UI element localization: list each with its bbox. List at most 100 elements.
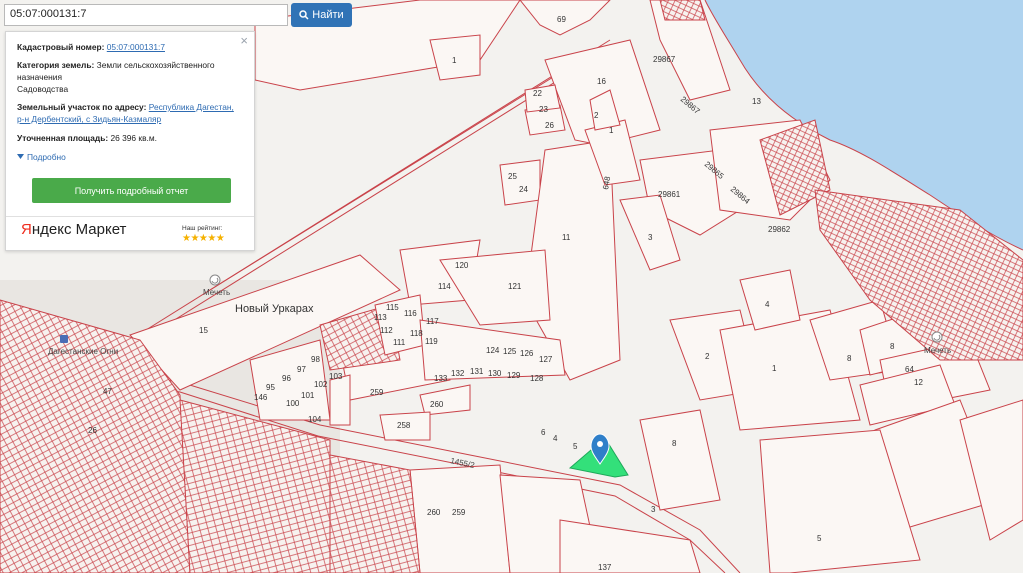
svg-text:131: 131	[470, 367, 484, 376]
station-icon	[60, 335, 68, 343]
get-report-button[interactable]: Получить подробный отчет	[32, 178, 231, 203]
svg-text:98: 98	[311, 355, 320, 364]
svg-text:4: 4	[765, 300, 770, 309]
svg-text:258: 258	[397, 421, 411, 430]
area-value: 26 396 кв.м.	[110, 133, 157, 143]
svg-text:2: 2	[705, 352, 710, 361]
svg-text:119: 119	[425, 337, 438, 346]
yandex-market-logo[interactable]: Яндекс Маркет	[21, 222, 126, 237]
svg-text:112: 112	[380, 326, 393, 335]
address-link-locality[interactable]: р-н Дербентский, с Зидьян-Казмаляр	[17, 114, 161, 124]
svg-text:121: 121	[508, 282, 522, 291]
svg-text:132: 132	[451, 369, 465, 378]
svg-text:130: 130	[488, 369, 502, 378]
svg-text:259: 259	[452, 508, 466, 517]
svg-text:260: 260	[427, 508, 441, 517]
svg-text:146: 146	[254, 393, 268, 402]
svg-text:125: 125	[503, 347, 517, 356]
details-toggle[interactable]: Подробно	[17, 151, 66, 163]
svg-text:8: 8	[672, 439, 677, 448]
cadastral-number-row: Кадастровый номер: 05:07:000131:7	[17, 41, 242, 53]
cadastral-search-input[interactable]: 05:07:000131:7	[4, 4, 288, 26]
svg-text:47: 47	[103, 387, 112, 396]
mosque-label: Мечеть	[924, 346, 951, 355]
svg-text:103: 103	[329, 372, 343, 381]
svg-text:116: 116	[404, 309, 417, 318]
svg-text:8: 8	[890, 342, 895, 351]
svg-text:23: 23	[539, 105, 548, 114]
svg-text:128: 128	[530, 374, 544, 383]
svg-text:3: 3	[651, 505, 656, 514]
svg-text:8: 8	[847, 354, 852, 363]
svg-text:120: 120	[455, 261, 469, 270]
svg-text:29861: 29861	[658, 190, 681, 199]
svg-text:111: 111	[393, 338, 406, 347]
village-label: Новый Уркарах	[235, 303, 314, 315]
svg-text:3: 3	[648, 233, 653, 242]
search-icon	[299, 10, 309, 20]
svg-text:16: 16	[597, 77, 606, 86]
svg-text:26: 26	[545, 121, 554, 130]
rating-stars-icon: ★★★★★	[182, 233, 225, 244]
svg-text:117: 117	[426, 317, 439, 326]
svg-text:1: 1	[772, 364, 777, 373]
svg-text:24: 24	[519, 185, 528, 194]
svg-text:100: 100	[286, 399, 300, 408]
svg-text:95: 95	[266, 383, 275, 392]
svg-text:69: 69	[557, 15, 566, 24]
svg-text:124: 124	[486, 346, 500, 355]
svg-text:102: 102	[314, 380, 328, 389]
area-row: Уточненная площадь: 26 396 кв.м.	[17, 132, 242, 144]
address-label: Земельный участок по адресу:	[17, 102, 147, 112]
land-category-row: Категория земель: Земли сельскохозяйстве…	[17, 59, 242, 83]
search-button-label: Найти	[312, 9, 344, 21]
svg-text:5: 5	[573, 442, 578, 451]
svg-text:118: 118	[410, 329, 423, 338]
svg-text:259: 259	[370, 388, 384, 397]
svg-text:115: 115	[386, 303, 399, 312]
land-category-label: Категория земель:	[17, 60, 95, 70]
svg-text:97: 97	[297, 365, 306, 374]
svg-text:129: 129	[507, 371, 521, 380]
mosque-label: Мечеть	[203, 288, 230, 297]
land-usage-value: Садоводства	[17, 84, 69, 94]
svg-text:29867: 29867	[653, 55, 676, 64]
address-row: Земельный участок по адресу: Республика …	[17, 101, 242, 125]
plot-info-panel: × Кадастровый номер: 05:07:000131:7 Кате…	[5, 31, 255, 251]
panel-divider	[6, 216, 254, 217]
address-link-region[interactable]: Республика Дагестан,	[149, 102, 234, 112]
svg-text:11: 11	[562, 233, 571, 242]
cadastral-number-link[interactable]: 05:07:000131:7	[107, 42, 165, 52]
svg-text:5: 5	[817, 534, 822, 543]
svg-text:260: 260	[430, 400, 444, 409]
svg-text:1: 1	[452, 56, 457, 65]
details-label: Подробно	[27, 152, 66, 162]
svg-text:4: 4	[553, 434, 558, 443]
svg-text:12: 12	[914, 378, 923, 387]
svg-text:104: 104	[308, 415, 322, 424]
area-label: Уточненная площадь:	[17, 133, 109, 143]
triangle-down-icon	[17, 154, 24, 159]
svg-text:101: 101	[301, 391, 315, 400]
svg-text:126: 126	[520, 349, 534, 358]
cadastral-number-label: Кадастровый номер:	[17, 42, 105, 52]
search-button[interactable]: Найти	[291, 3, 352, 27]
svg-text:25: 25	[508, 172, 517, 181]
svg-text:64: 64	[905, 365, 914, 374]
svg-text:1: 1	[609, 126, 614, 135]
svg-text:13: 13	[752, 97, 761, 106]
svg-text:26: 26	[88, 426, 97, 435]
svg-text:2: 2	[594, 111, 599, 120]
svg-text:114: 114	[438, 282, 451, 291]
svg-text:22: 22	[533, 89, 542, 98]
svg-text:133: 133	[434, 374, 448, 383]
svg-text:113: 113	[374, 313, 387, 322]
svg-text:96: 96	[282, 374, 291, 383]
svg-text:127: 127	[539, 355, 553, 364]
svg-text:6: 6	[541, 428, 546, 437]
station-label: Дагестанские Огни	[48, 347, 118, 356]
svg-text:15: 15	[199, 326, 208, 335]
mosque-icon	[931, 331, 943, 343]
mosque-icon	[209, 274, 221, 286]
svg-text:137: 137	[598, 563, 612, 572]
